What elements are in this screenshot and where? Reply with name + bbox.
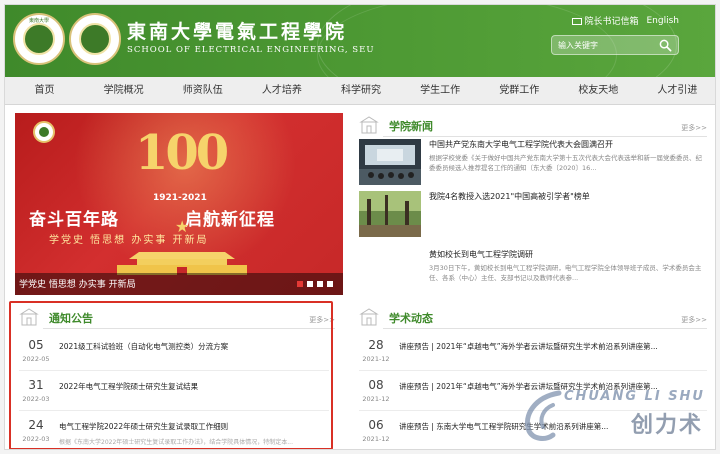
highlight-box: [9, 301, 333, 449]
banner-carousel[interactable]: 100 1921-2021 奋斗百年路 启航新征程 ★ 学党史 悟思想 办实事 开…: [15, 113, 343, 295]
academic-year-month: 2021-12: [362, 435, 390, 443]
watermark-swoosh-icon: [525, 390, 562, 441]
academic-year-month: 2021-12: [362, 395, 390, 403]
search-box: [551, 35, 679, 55]
news-thumbnail: [359, 139, 421, 185]
carousel-dot[interactable]: [327, 281, 333, 287]
search-input[interactable]: [558, 38, 648, 53]
nav-item-home[interactable]: 首页: [5, 77, 84, 104]
nav-item-party[interactable]: 党群工作: [480, 77, 559, 104]
watermark-text-en: CHUANG LI SHU: [564, 389, 705, 404]
top-links: 院长书记信箱 English: [572, 14, 679, 27]
academic-item[interactable]: 28 2021-12 讲座预告 | 2021年“卓越电气”海外学者云讲坛暨研究生…: [359, 335, 707, 371]
news-section-header: 学院新闻 更多>>: [359, 115, 707, 137]
academic-year-month: 2021-12: [362, 355, 390, 363]
banner-subtitle: 学党史 悟思想 办实事 开新局: [49, 235, 209, 246]
party-emblem-icon: [33, 121, 55, 143]
section-divider: [383, 136, 707, 137]
news-more-link[interactable]: 更多>>: [681, 123, 707, 133]
nav-item-education[interactable]: 人才培养: [242, 77, 321, 104]
search-icon[interactable]: [659, 39, 672, 52]
row-divider: [359, 370, 707, 371]
nav-item-alumni[interactable]: 校友天地: [559, 77, 638, 104]
carousel-dot[interactable]: [317, 281, 323, 287]
nav-item-faculty[interactable]: 师资队伍: [163, 77, 242, 104]
news-item[interactable]: 中国共产党东南大学电气工程学院代表大会圆满召开 根据学校党委《关于做好中国共产党…: [359, 139, 707, 187]
page-frame: 東南大學 東南大學電氣工程學院 SCHOOL OF ELECTRICAL ENG…: [4, 4, 716, 450]
university-seal-logo[interactable]: 東南大學: [13, 13, 65, 65]
news-description: 根据学校党委《关于做好中国共产党东南大学第十五次代表大会代表选举和新一届党委委员…: [429, 154, 702, 172]
banner-caption[interactable]: 学党史 悟思想 办实事 开新局: [19, 277, 136, 290]
main-nav: 首页 学院概况 师资队伍 人才培养 科学研究 学生工作 党群工作 校友天地 人才…: [5, 77, 715, 105]
school-name-cn[interactable]: 東南大學電氣工程學院: [127, 17, 347, 44]
news-item[interactable]: 我院4名教授入选2021"中国高被引学者"榜单: [359, 191, 707, 239]
news-title[interactable]: 中国共产党东南大学电气工程学院代表大会圆满召开: [429, 139, 613, 150]
nav-item-recruit[interactable]: 人才引进: [638, 77, 715, 104]
mail-link[interactable]: 院长书记信箱: [572, 14, 639, 27]
headline-left: 奋斗百年路: [29, 210, 119, 230]
news-item[interactable]: 黄如校长到电气工程学院调研 3月30日下午，黄如校长到电气工程学院调研，电气工程…: [359, 249, 707, 289]
academic-section-header: 学术动态 更多>>: [359, 307, 707, 329]
carousel-dots: [297, 281, 333, 287]
mail-link-label: 院长书记信箱: [584, 17, 639, 27]
nav-item-research[interactable]: 科学研究: [321, 77, 400, 104]
academic-day: 28: [368, 338, 384, 352]
section-building-icon: [359, 116, 379, 134]
academic-day: 08: [368, 378, 384, 392]
news-title[interactable]: 黄如校长到电气工程学院调研: [429, 249, 533, 260]
carousel-dot[interactable]: [307, 281, 313, 287]
tiananmen-gate-icon: [117, 252, 247, 275]
nav-item-students[interactable]: 学生工作: [401, 77, 480, 104]
banner-hundred: 100: [135, 125, 229, 181]
news-title[interactable]: 我院4名教授入选2021"中国高被引学者"榜单: [429, 191, 590, 202]
banner-years: 1921-2021: [153, 193, 207, 203]
seal-inner: [23, 23, 55, 55]
nav-item-about[interactable]: 学院概况: [84, 77, 163, 104]
english-link[interactable]: English: [647, 16, 680, 26]
news-description: 3月30日下午，黄如校长到电气工程学院调研，电气工程学院全体领导班子成员、学术委…: [429, 264, 702, 282]
watermark: CHUANG LI SHU 创力术: [505, 385, 705, 445]
academic-section-title: 学术动态: [389, 312, 433, 325]
site-header: 東南大學 東南大學電氣工程學院 SCHOOL OF ELECTRICAL ENG…: [5, 5, 715, 77]
section-divider: [383, 328, 707, 329]
headline-right: 启航新征程: [185, 210, 275, 230]
carousel-dot[interactable]: [297, 281, 303, 287]
seal-inner-2: [79, 23, 111, 55]
section-building-icon: [359, 308, 379, 326]
watermark-text-cn: 创力术: [630, 413, 703, 438]
news-section-title: 学院新闻: [389, 120, 433, 133]
school-seal-logo[interactable]: [69, 13, 121, 65]
academic-day: 06: [368, 418, 384, 432]
mail-icon: [572, 18, 583, 25]
banner-headline: 奋斗百年路 启航新征程: [29, 205, 275, 230]
school-name-en: SCHOOL OF ELECTRICAL ENGINEERING, SEU: [127, 45, 375, 55]
news-thumbnail: [359, 191, 421, 237]
academic-more-link[interactable]: 更多>>: [681, 315, 707, 325]
academic-title[interactable]: 讲座预告 | 2021年“卓越电气”海外学者云讲坛暨研究生学术前沿系列讲座第..…: [399, 341, 658, 352]
